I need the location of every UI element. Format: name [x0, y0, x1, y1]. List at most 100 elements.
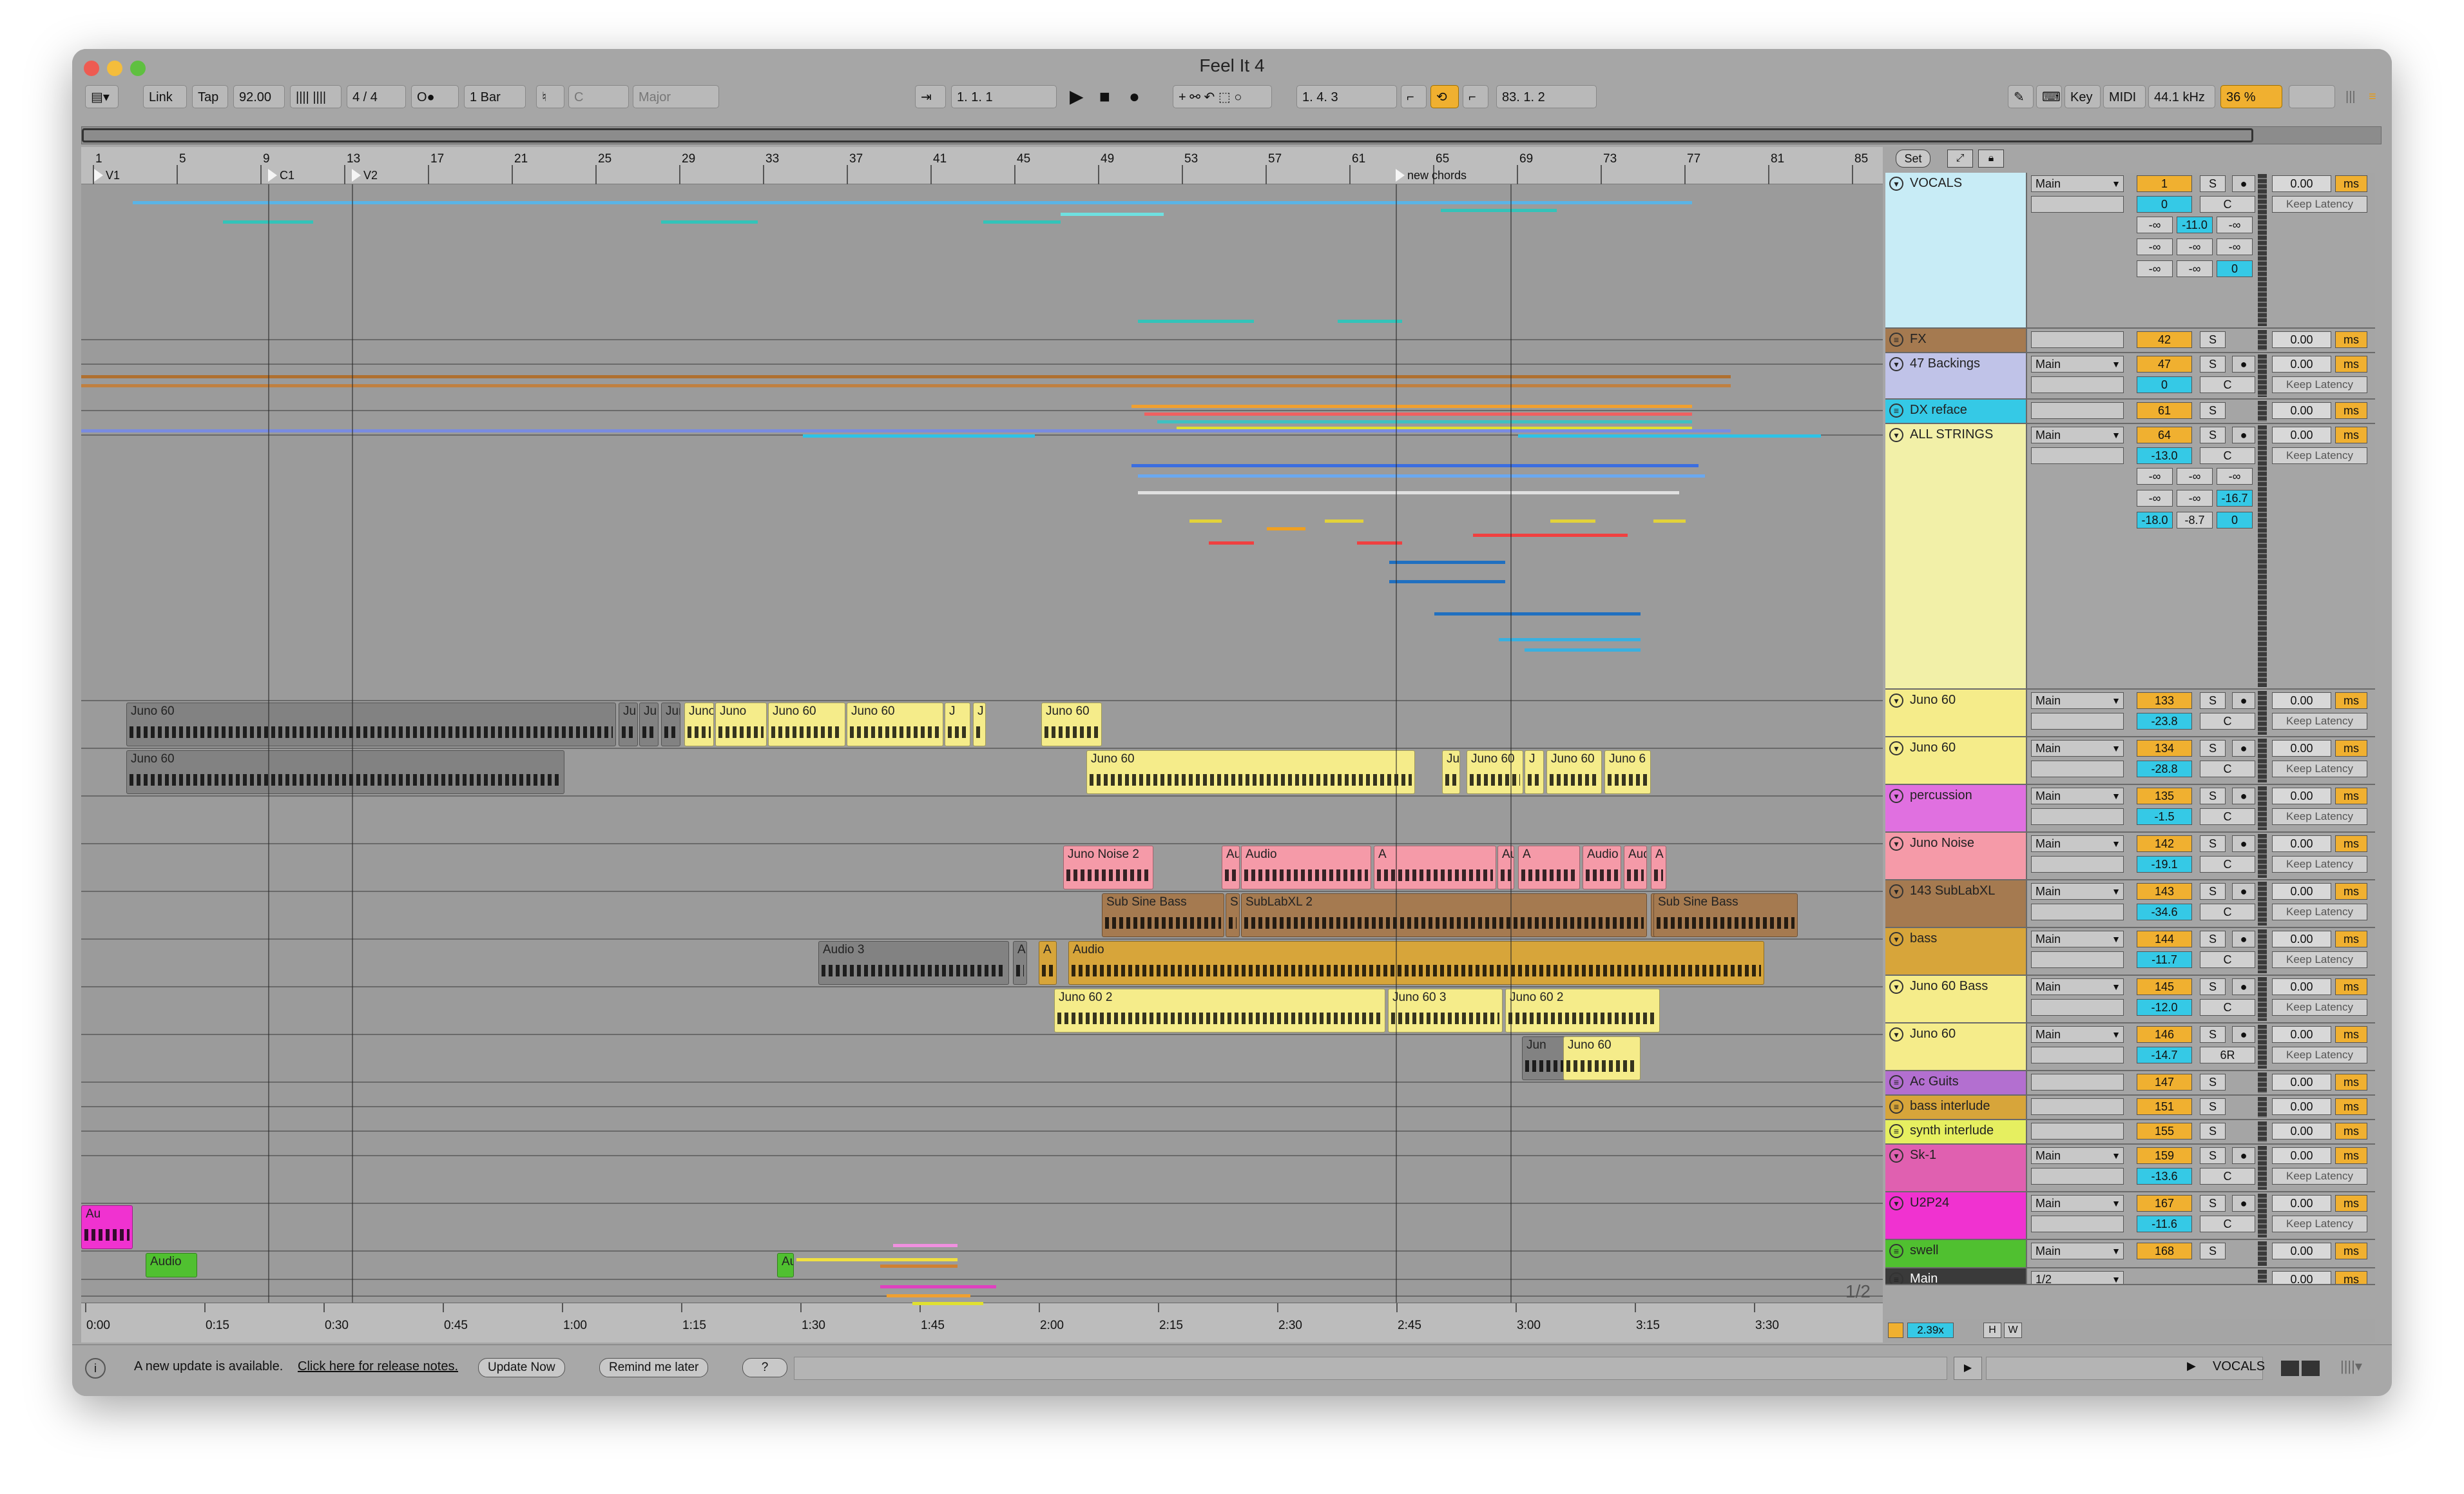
track-delay-field[interactable]: 0.00: [2272, 1271, 2331, 1284]
fold-icon[interactable]: ≡: [1889, 1124, 1903, 1138]
audio-clip[interactable]: Sub Sine Bass: [1653, 893, 1798, 937]
output-routing-select[interactable]: 1/2: [2031, 1271, 2124, 1284]
fold-icon[interactable]: ▾: [1889, 837, 1903, 851]
track-header[interactable]: ▾ Juno 60 Bass Main 145 S ● 0.00ms -12.0 C Keep L…: [1885, 976, 2375, 1023]
track-header[interactable]: ≡ swell Main 168 S 0.00ms: [1885, 1240, 2375, 1268]
solo-button[interactable]: S: [2200, 931, 2226, 947]
time-ruler[interactable]: 0:00 0:15 0:30 0:45 1:00 1:15 1:30 1:45 2:00 2:15…: [81, 1303, 1883, 1343]
menu-icon[interactable]: ≡: [2363, 85, 2387, 108]
input-monitor-select[interactable]: [2031, 1168, 2124, 1185]
nudge-icon[interactable]: |||| ||||: [290, 85, 342, 108]
delay-unit-toggle[interactable]: ms: [2335, 175, 2367, 192]
track-delay-field[interactable]: 0.00: [2272, 883, 2331, 900]
track-header[interactable]: ≡ Ac Guits 147 S 0.00 ms: [1885, 1071, 2375, 1096]
audio-clip[interactable]: Audio: [1583, 846, 1621, 889]
track-activator-button[interactable]: 155: [2137, 1123, 2192, 1140]
audio-clip[interactable]: Ju: [619, 703, 638, 746]
track-delay-field[interactable]: 0.00: [2272, 1098, 2331, 1115]
midi-note-strip[interactable]: [887, 1294, 970, 1297]
audio-clip[interactable]: Jur: [661, 703, 680, 746]
track-name-area[interactable]: ▾ 143 SubLabXL: [1885, 880, 2027, 927]
solo-button[interactable]: S: [2200, 331, 2226, 348]
output-routing-select[interactable]: Main: [2031, 835, 2124, 852]
audio-clip[interactable]: Juno 60 2: [1505, 989, 1660, 1033]
solo-button[interactable]: S: [2200, 978, 2226, 995]
view-toggle-device[interactable]: [2302, 1361, 2320, 1376]
audio-clip[interactable]: Audio: [146, 1253, 197, 1277]
input-monitor-select[interactable]: [2031, 904, 2124, 920]
track-activator-button[interactable]: 47: [2137, 356, 2192, 373]
audio-clip[interactable]: Juno 60: [1546, 750, 1602, 794]
output-routing-select[interactable]: [2031, 1123, 2124, 1140]
solo-button[interactable]: S: [2200, 1195, 2226, 1212]
help-button[interactable]: ?: [742, 1358, 787, 1377]
input-monitor-select[interactable]: [2031, 808, 2124, 825]
solo-button[interactable]: S: [2200, 356, 2226, 373]
arm-button[interactable]: ●: [2232, 1147, 2255, 1164]
input-monitor-select[interactable]: [2031, 713, 2124, 730]
keep-latency-button[interactable]: Keep Latency: [2272, 951, 2367, 968]
keep-latency-button[interactable]: Keep Latency: [2272, 761, 2367, 777]
fold-icon[interactable]: ▾: [1889, 694, 1903, 708]
solo-button[interactable]: S: [2200, 427, 2226, 443]
scale-mode-select[interactable]: Major: [633, 85, 719, 108]
audio-clip[interactable]: Audio: [1497, 846, 1514, 889]
track-delay-field[interactable]: 0.00: [2272, 356, 2331, 373]
scale-icon[interactable]: ♮: [536, 85, 564, 108]
midi-note-strip[interactable]: [1144, 412, 1692, 416]
audio-clip[interactable]: A: [1518, 846, 1580, 889]
fold-icon[interactable]: ▾: [1889, 1196, 1903, 1210]
audio-clip[interactable]: Juno: [715, 703, 767, 746]
midi-note-strip[interactable]: [81, 375, 1731, 378]
send-knob[interactable]: -16.7: [2217, 490, 2253, 507]
solo-button[interactable]: S: [2200, 1147, 2226, 1164]
track-delay-field[interactable]: 0.00: [2272, 1074, 2331, 1091]
keep-latency-button[interactable]: Keep Latency: [2272, 808, 2367, 825]
locator[interactable]: new chords: [1396, 169, 1467, 182]
solo-button[interactable]: S: [2200, 1123, 2226, 1140]
midi-note-strip[interactable]: [1499, 638, 1641, 641]
arm-button[interactable]: ●: [2232, 356, 2255, 373]
midi-note-strip[interactable]: [661, 220, 758, 224]
track-activator-button[interactable]: 133: [2137, 692, 2192, 709]
track-activator-button[interactable]: 64: [2137, 427, 2192, 443]
keep-latency-button[interactable]: Keep Latency: [2272, 376, 2367, 393]
track-delay-field[interactable]: 0.00: [2272, 175, 2331, 192]
track-activator-button[interactable]: 61: [2137, 402, 2192, 419]
delay-unit-toggle[interactable]: ms: [2335, 978, 2367, 995]
output-routing-select[interactable]: [2031, 402, 2124, 419]
keep-latency-button[interactable]: Keep Latency: [2272, 713, 2367, 730]
release-notes-link[interactable]: Click here for release notes.: [298, 1359, 458, 1374]
audio-clip[interactable]: Juno 60: [126, 750, 564, 794]
view-columns-icon[interactable]: |||: [2340, 85, 2363, 108]
width-toggle-button[interactable]: W: [2004, 1323, 2022, 1338]
stop-icon[interactable]: ■: [1094, 85, 1120, 108]
track-header[interactable]: ▾ Sk-1 Main 159 S ● 0.00ms -13.6 C Keep Latency: [1885, 1145, 2375, 1192]
track-header[interactable]: ▾ percussion Main 135 S ● 0.00ms -1.5 C Keep Late…: [1885, 785, 2375, 833]
fold-icon[interactable]: ▾: [1889, 789, 1903, 803]
send-knob[interactable]: -∞: [2217, 238, 2253, 255]
pan-field[interactable]: C: [2200, 999, 2255, 1016]
metronome-button[interactable]: O●: [411, 85, 459, 108]
audio-clip[interactable]: Au: [81, 1205, 133, 1249]
pan-field[interactable]: C: [2200, 713, 2255, 730]
meter-icon[interactable]: ||||▾: [2340, 1358, 2362, 1375]
track-name-area[interactable]: ▾ ALL STRINGS: [1885, 424, 2027, 688]
delay-unit-toggle[interactable]: ms: [2335, 402, 2367, 419]
track-activator-button[interactable]: 1: [2137, 175, 2192, 192]
keep-latency-button[interactable]: Keep Latency: [2272, 1216, 2367, 1232]
input-monitor-select[interactable]: [2031, 447, 2124, 464]
send-knob[interactable]: -11.0: [2177, 217, 2213, 233]
midi-note-strip[interactable]: [1525, 648, 1641, 652]
fold-icon[interactable]: ▾: [1889, 357, 1903, 371]
track-name-area[interactable]: ▾ percussion: [1885, 785, 2027, 831]
send-knob[interactable]: -∞: [2177, 490, 2213, 507]
track-activator-button[interactable]: 145: [2137, 978, 2192, 995]
output-routing-select[interactable]: Main: [2031, 883, 2124, 900]
track-delay-field[interactable]: 0.00: [2272, 402, 2331, 419]
tempo-field[interactable]: 92.00: [233, 85, 285, 108]
track-delay-field[interactable]: 0.00: [2272, 978, 2331, 995]
midi-note-strip[interactable]: [1267, 527, 1305, 530]
track-name-area[interactable]: ▾ Juno 60: [1885, 1023, 2027, 1070]
track-name-area[interactable]: ≡ synth interlude: [1885, 1120, 2027, 1143]
